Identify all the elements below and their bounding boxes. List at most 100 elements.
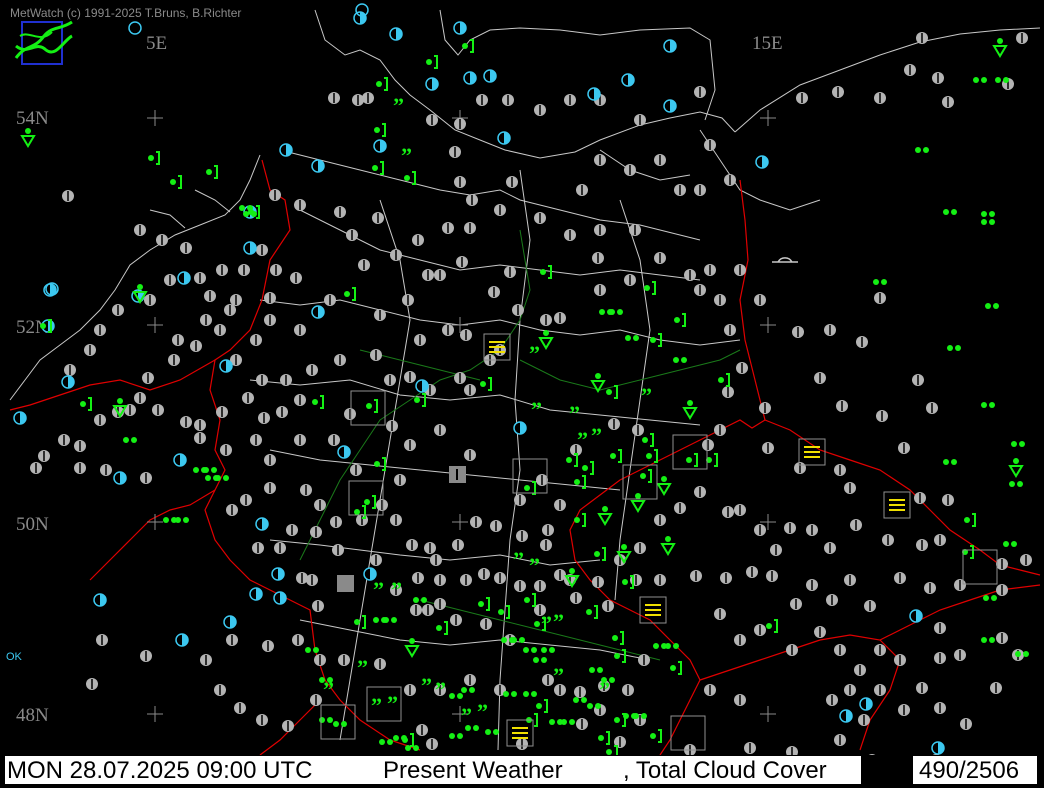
station-overcast	[144, 294, 156, 306]
secondary-product-label: , Total Cloud Cover	[623, 757, 827, 784]
station-partly-cloudy	[273, 591, 287, 605]
station-overcast	[594, 154, 606, 166]
station-overcast	[140, 472, 152, 484]
station-overcast	[200, 654, 212, 666]
lat-label-54n: 54N	[16, 108, 49, 129]
station-drizzle: ”	[531, 397, 542, 422]
station-overcast	[954, 649, 966, 661]
station-overcast	[276, 406, 288, 418]
station-overcast	[734, 264, 746, 276]
svg-text:”: ”	[531, 397, 542, 422]
station-overcast	[252, 542, 264, 554]
station-overcast	[516, 530, 528, 542]
station-overcast	[224, 304, 236, 316]
station-overcast	[256, 374, 268, 386]
station-overcast	[592, 252, 604, 264]
weather-map[interactable]: 5E 15E 54N 52N 50N 48N OK ””””””””””””””…	[0, 0, 1044, 788]
station-overcast	[762, 442, 774, 454]
station-overcast	[328, 434, 340, 446]
station-overcast	[942, 96, 954, 108]
station-overcast	[704, 684, 716, 696]
station-overcast	[724, 174, 736, 186]
station-drizzle: ”	[461, 703, 472, 728]
station-overcast	[264, 314, 276, 326]
station-overcast	[310, 526, 322, 538]
station-overcast	[674, 184, 686, 196]
station-overcast	[488, 286, 500, 298]
station-partly-cloudy	[453, 21, 467, 35]
station-overcast	[702, 439, 714, 451]
station-overcast	[654, 574, 666, 586]
station-overcast	[230, 294, 242, 306]
station-overcast	[194, 432, 206, 444]
station-partly-cloudy	[587, 87, 601, 101]
station-partly-cloudy	[415, 379, 429, 393]
station-overcast	[356, 514, 368, 526]
station-overcast	[426, 114, 438, 126]
station-overcast	[540, 314, 552, 326]
station-drizzle: ”	[401, 143, 412, 168]
station-partly-cloudy	[13, 411, 27, 425]
station-overcast	[404, 684, 416, 696]
station-partly-cloudy	[497, 131, 511, 145]
station-overcast	[506, 176, 518, 188]
station-overcast	[494, 572, 506, 584]
station-overcast	[694, 486, 706, 498]
station-overcast	[134, 224, 146, 236]
station-overcast	[856, 336, 868, 348]
station-overcast	[602, 600, 614, 612]
svg-text:”: ”	[577, 427, 588, 452]
svg-text:”: ”	[421, 673, 432, 698]
station-overcast	[724, 324, 736, 336]
station-overcast	[594, 224, 606, 236]
station-overcast	[250, 334, 262, 346]
station-overcast	[694, 284, 706, 296]
station-overcast	[350, 464, 362, 476]
svg-text:”: ”	[529, 553, 540, 578]
station-overcast	[592, 576, 604, 588]
station-overcast	[494, 344, 506, 356]
station-drizzle: ”	[641, 383, 652, 408]
station-overcast	[634, 114, 646, 126]
lat-label-50n: 50N	[16, 514, 49, 535]
station-overcast	[296, 572, 308, 584]
station-partly-cloudy	[389, 27, 403, 41]
station-overcast	[270, 264, 282, 276]
station-overcast	[416, 724, 428, 736]
station-overcast	[384, 374, 396, 386]
station-overcast	[654, 252, 666, 264]
station-partly-cloudy	[621, 73, 635, 87]
station-overcast	[534, 104, 546, 116]
station-overcast	[434, 598, 446, 610]
station-overcast	[442, 324, 454, 336]
station-overcast	[934, 702, 946, 714]
station-drizzle: ”	[591, 423, 602, 448]
station-overcast	[404, 439, 416, 451]
station-overcast	[238, 264, 250, 276]
station-overcast	[534, 580, 546, 592]
station-overcast	[684, 269, 696, 281]
svg-text:”: ”	[569, 401, 580, 426]
station-obscured	[449, 466, 466, 483]
station-overcast	[172, 334, 184, 346]
station-overcast	[424, 542, 436, 554]
station-overcast	[58, 434, 70, 446]
station-overcast	[314, 654, 326, 666]
station-overcast	[250, 434, 262, 446]
svg-text:”: ”	[357, 655, 368, 680]
station-overcast	[734, 504, 746, 516]
svg-text:”: ”	[513, 547, 524, 572]
station-overcast	[306, 364, 318, 376]
station-overcast	[794, 462, 806, 474]
station-overcast	[874, 644, 886, 656]
station-overcast	[314, 499, 326, 511]
station-overcast	[932, 72, 944, 84]
station-partly-cloudy	[663, 39, 677, 53]
svg-text:”: ”	[461, 703, 472, 728]
station-overcast	[264, 482, 276, 494]
station-overcast	[826, 694, 838, 706]
station-overcast	[844, 574, 856, 586]
station-drizzle: ”	[529, 553, 540, 578]
station-overcast	[674, 502, 686, 514]
station-overcast	[74, 440, 86, 452]
